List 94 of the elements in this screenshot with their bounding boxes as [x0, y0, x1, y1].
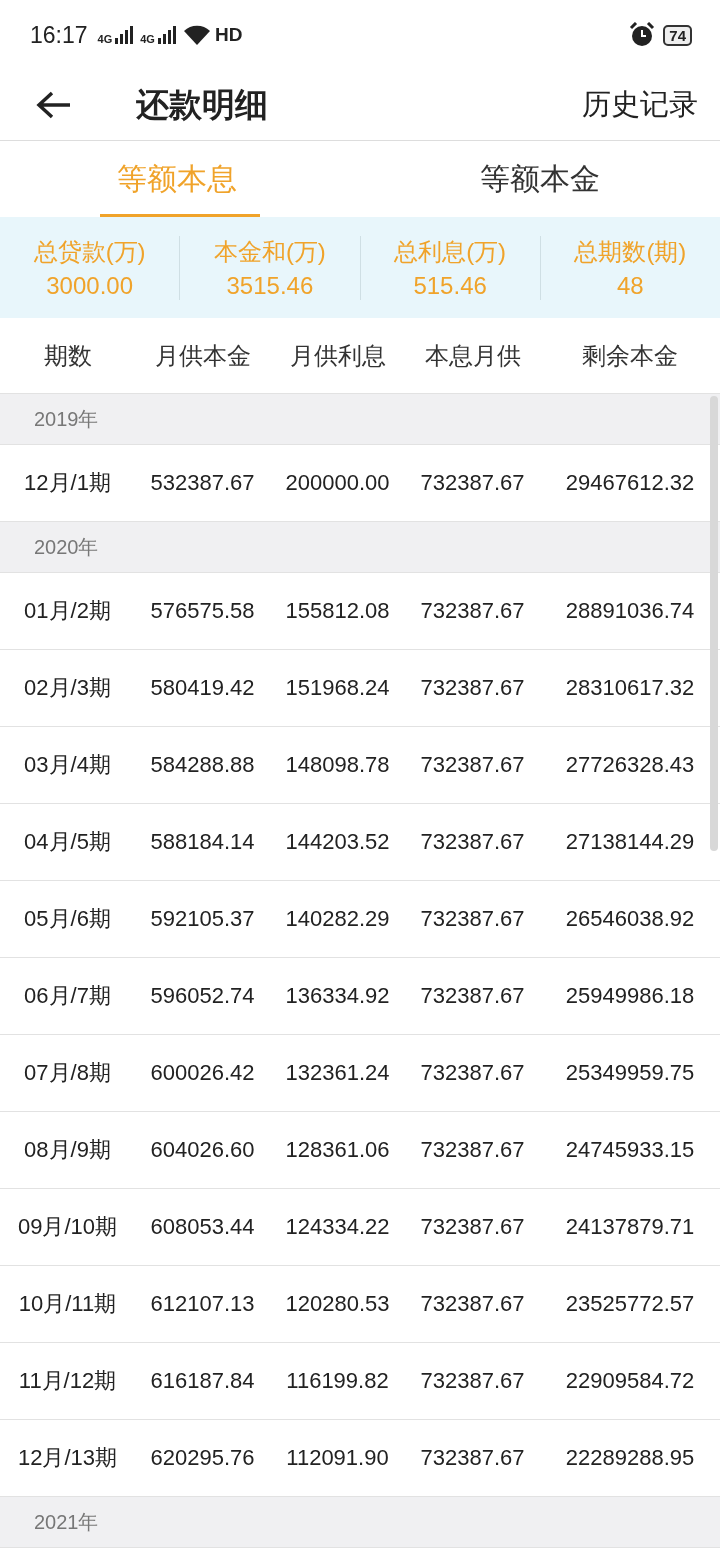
- table-cell-text: 03月/4期: [23, 751, 112, 779]
- table-cell-text: 732387.67: [419, 1214, 526, 1240]
- table-cell-text: 580419.42: [149, 675, 256, 701]
- table-cell-text: 24137879.71: [564, 1214, 696, 1240]
- table-cell-text: 12月/1期: [23, 469, 112, 497]
- table-cell-text: 128361.06: [284, 1137, 391, 1163]
- table-cell-text: 04月/5期: [23, 828, 112, 856]
- signal-icon: [156, 25, 177, 45]
- column-header: 月供利息: [288, 340, 387, 371]
- network-label: 4G: [140, 34, 155, 45]
- table-cell-text: 732387.67: [419, 598, 526, 624]
- network-label: 4G: [97, 34, 113, 45]
- hd-label: HD: [214, 24, 243, 46]
- table-cell-text: 732387.67: [419, 470, 526, 496]
- table-cell-text: 732387.67: [419, 752, 526, 778]
- table-cell-text: 124334.22: [284, 1214, 391, 1240]
- summary-value: 3000.00: [46, 271, 133, 300]
- table-cell-text: 584288.88: [149, 752, 256, 778]
- column-header: 期数: [42, 340, 93, 371]
- table-cell-text: 732387.67: [419, 1291, 526, 1317]
- table-cell-text: 596052.74: [149, 983, 256, 1009]
- year-header: 2020年: [34, 534, 99, 560]
- summary-label: 本金和(万): [213, 236, 326, 267]
- table-cell-text: 148098.78: [284, 752, 391, 778]
- table-cell-text: 732387.67: [419, 1060, 526, 1086]
- back-arrow-icon[interactable]: [36, 90, 72, 120]
- table-cell-text: 136334.92: [284, 983, 391, 1009]
- table-cell-text: 155812.08: [284, 598, 391, 624]
- summary-label: 总贷款(万): [33, 236, 146, 267]
- table-cell-text: 28310617.32: [564, 675, 696, 701]
- table-cell-text: 08月/9期: [23, 1136, 112, 1164]
- table-cell-text: 27726328.43: [564, 752, 696, 778]
- status-time: 16:17: [30, 21, 88, 49]
- table-cell-text: 10月/11期: [17, 1290, 118, 1318]
- table-cell-text: 732387.67: [419, 1445, 526, 1471]
- table-cell-text: 576575.58: [149, 598, 256, 624]
- history-link[interactable]: 历史记录: [582, 85, 698, 125]
- table-cell-text: 732387.67: [419, 1368, 526, 1394]
- summary-value: 3515.46: [226, 271, 314, 300]
- table-cell-text: 23525772.57: [564, 1291, 696, 1317]
- table-cell-text: 26546038.92: [564, 906, 696, 932]
- table-cell-text: 144203.52: [284, 829, 391, 855]
- year-header: 2021年: [34, 1509, 99, 1535]
- table-cell-text: 588184.14: [149, 829, 256, 855]
- table-cell-text: 604026.60: [149, 1137, 256, 1163]
- table-cell-text: 27138144.29: [564, 829, 696, 855]
- table-cell-text: 151968.24: [284, 675, 391, 701]
- table-cell-text: 22289288.95: [564, 1445, 696, 1471]
- column-header: 剩余本金: [581, 340, 679, 371]
- wifi-icon: [182, 24, 211, 46]
- table-cell-text: 732387.67: [419, 983, 526, 1009]
- table-cell-text: 29467612.32: [564, 470, 696, 496]
- table-cell-text: 01月/2期: [23, 597, 112, 625]
- signal-icon: [114, 25, 135, 45]
- summary-value: 515.46: [413, 271, 487, 300]
- table-cell-text: 600026.42: [149, 1060, 256, 1086]
- column-header: 本息月供: [423, 340, 522, 371]
- page-title: 还款明细: [136, 84, 268, 125]
- table-cell-text: 732387.67: [419, 675, 526, 701]
- battery-indicator: 74: [663, 24, 692, 46]
- table-cell-text: 608053.44: [149, 1214, 256, 1240]
- table-cell-text: 612107.13: [149, 1291, 256, 1317]
- table-cell-text: 11月/12期: [17, 1367, 118, 1395]
- table-cell-text: 02月/3期: [23, 674, 112, 702]
- table-cell-text: 140282.29: [284, 906, 391, 932]
- column-header: 月供本金: [153, 340, 252, 371]
- table-cell-text: 732387.67: [419, 1137, 526, 1163]
- summary-value: 48: [617, 271, 644, 300]
- table-cell-text: 05月/6期: [23, 905, 112, 933]
- table-cell-text: 616187.84: [149, 1368, 256, 1394]
- table-cell-text: 620295.76: [149, 1445, 256, 1471]
- table-cell-text: 732387.67: [419, 906, 526, 932]
- table-cell-text: 132361.24: [284, 1060, 391, 1086]
- table-cell-text: 25949986.18: [564, 983, 696, 1009]
- table-cell-text: 532387.67: [149, 470, 256, 496]
- table-cell-text: 12月/13期: [16, 1444, 119, 1472]
- table-cell-text: 200000.00: [284, 470, 391, 496]
- table-cell-text: 06月/7期: [23, 982, 112, 1010]
- table-cell-text: 732387.67: [419, 829, 526, 855]
- summary-label: 总期数(期): [574, 236, 687, 267]
- table-cell-text: 116199.82: [285, 1368, 390, 1394]
- table-cell-text: 28891036.74: [564, 598, 696, 624]
- table-cell-text: 09月/10期: [16, 1213, 119, 1241]
- alarm-icon: [629, 22, 656, 48]
- year-header: 2019年: [34, 406, 99, 432]
- summary-label: 总利息(万): [394, 236, 507, 267]
- table-cell-text: 592105.37: [149, 906, 256, 932]
- table-cell-text: 24745933.15: [564, 1137, 696, 1163]
- table-cell-text: 112091.90: [285, 1445, 390, 1471]
- table-cell-text: 120280.53: [284, 1291, 391, 1317]
- tab[interactable]: 等额本金: [360, 141, 720, 217]
- table-cell-text: 25349959.75: [564, 1060, 696, 1086]
- table-cell-text: 07月/8期: [23, 1059, 112, 1087]
- table-cell-text: 22909584.72: [564, 1368, 696, 1394]
